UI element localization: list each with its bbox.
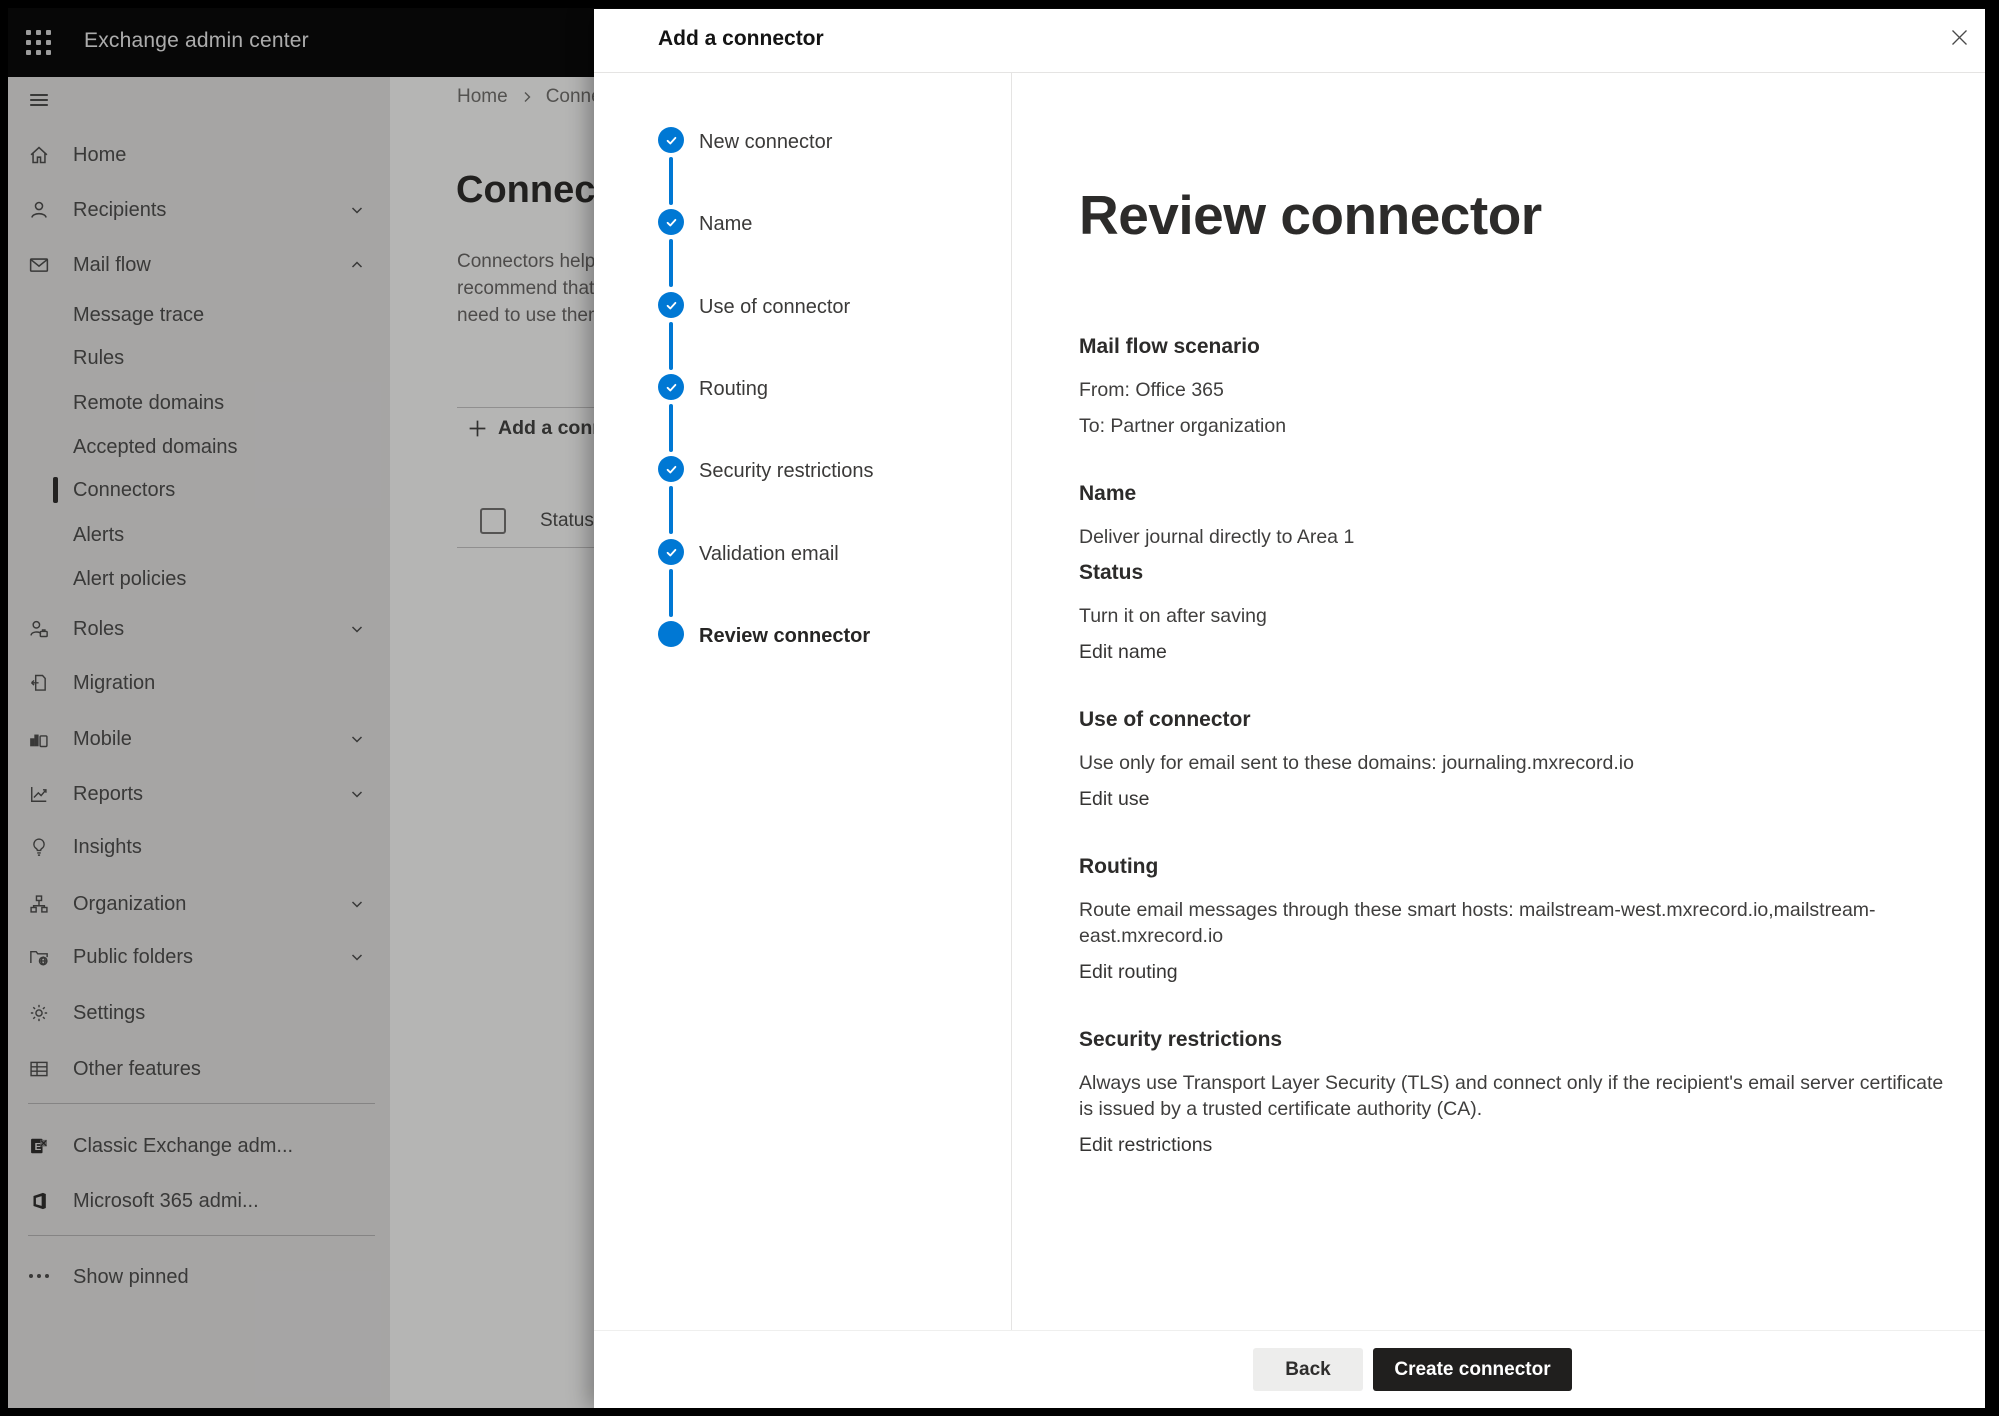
edit-restrictions-link[interactable]: Edit restrictions [1079, 1132, 1212, 1158]
step-done-icon[interactable] [658, 292, 684, 318]
mail-flow-to: To: Partner organization [1079, 413, 1945, 439]
close-icon [1951, 29, 1968, 46]
section-heading: Name [1079, 481, 1945, 507]
step-review-connector[interactable]: Review connector [699, 622, 870, 650]
step-connector-line [669, 239, 673, 287]
step-validation-email[interactable]: Validation email [699, 540, 839, 568]
step-security-restrictions[interactable]: Security restrictions [699, 457, 874, 485]
edit-routing-link[interactable]: Edit routing [1079, 959, 1178, 985]
add-connector-modal: Add a connector New connector [594, 9, 1985, 1408]
section-security-restrictions: Security restrictions Always use Transpo… [1079, 1027, 1945, 1158]
step-done-icon[interactable] [658, 127, 684, 153]
check-icon [665, 299, 678, 312]
review-pane: Review connector Mail flow scenario From… [1013, 73, 1985, 1330]
routing-value: Route email messages through these smart… [1079, 897, 1945, 949]
step-done-icon[interactable] [658, 539, 684, 565]
section-name: Name Deliver journal directly to Area 1 … [1079, 481, 1945, 665]
check-icon [665, 463, 678, 476]
step-connector-line [669, 486, 673, 534]
section-heading: Security restrictions [1079, 1027, 1945, 1053]
step-new-connector[interactable]: New connector [699, 128, 832, 156]
review-heading: Review connector [1079, 186, 1945, 244]
screen: Exchange admin center Home Recipients [8, 8, 1985, 1408]
status-value: Turn it on after saving [1079, 603, 1945, 629]
create-connector-button[interactable]: Create connector [1373, 1348, 1572, 1391]
step-connector-line [669, 157, 673, 205]
check-icon [665, 381, 678, 394]
step-done-icon[interactable] [658, 456, 684, 482]
modal-title: Add a connector [658, 27, 824, 51]
status-subheading: Status [1079, 560, 1945, 586]
mail-flow-from: From: Office 365 [1079, 377, 1945, 403]
wizard-stepper: New connector Name Use of connector Rout… [594, 73, 1012, 1330]
section-heading: Mail flow scenario [1079, 334, 1945, 360]
step-connector-line [669, 322, 673, 370]
edit-name-link[interactable]: Edit name [1079, 639, 1167, 665]
section-use-of-connector: Use of connector Use only for email sent… [1079, 707, 1945, 812]
name-value: Deliver journal directly to Area 1 [1079, 524, 1945, 550]
section-heading: Routing [1079, 854, 1945, 880]
step-current-icon[interactable] [658, 621, 684, 647]
security-value: Always use Transport Layer Security (TLS… [1079, 1070, 1945, 1122]
back-button[interactable]: Back [1253, 1348, 1363, 1391]
step-routing[interactable]: Routing [699, 375, 768, 403]
step-use-of-connector[interactable]: Use of connector [699, 293, 850, 321]
check-icon [665, 216, 678, 229]
check-icon [665, 134, 678, 147]
modal-footer: Back Create connector [594, 1330, 1985, 1408]
check-icon [665, 546, 678, 559]
section-heading: Use of connector [1079, 707, 1945, 733]
modal-header: Add a connector [594, 9, 1985, 73]
step-connector-line [669, 569, 673, 617]
step-done-icon[interactable] [658, 209, 684, 235]
close-button[interactable] [1944, 22, 1974, 52]
section-mail-flow-scenario: Mail flow scenario From: Office 365 To: … [1079, 334, 1945, 439]
step-done-icon[interactable] [658, 374, 684, 400]
edit-use-link[interactable]: Edit use [1079, 786, 1149, 812]
step-connector-line [669, 404, 673, 452]
section-routing: Routing Route email messages through the… [1079, 854, 1945, 985]
step-name[interactable]: Name [699, 210, 752, 238]
use-value: Use only for email sent to these domains… [1079, 750, 1945, 776]
modal-body: New connector Name Use of connector Rout… [594, 73, 1985, 1330]
